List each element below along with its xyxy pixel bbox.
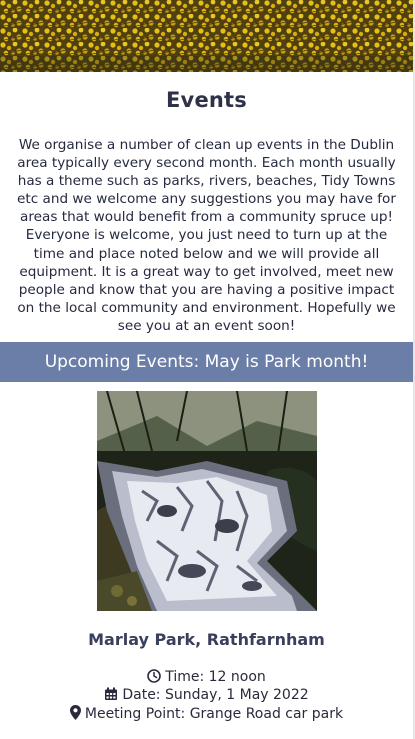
event-date: Date: Sunday, 1 May 2022 <box>122 687 309 703</box>
upcoming-events-banner: Upcoming Events: May is Park month! <box>0 342 413 382</box>
hero-banner-image <box>0 0 413 72</box>
event-date-row: Date: Sunday, 1 May 2022 <box>0 686 413 706</box>
gorse-flowers-image <box>0 0 413 72</box>
event-time: Time: 12 noon <box>165 669 266 685</box>
event-time-row: Time: 12 noon <box>0 668 413 688</box>
map-marker-icon <box>69 705 81 725</box>
event-meeting-point-row: Meeting Point: Grange Road car park <box>0 705 413 725</box>
event-meeting-point: Meeting Point: Grange Road car park <box>84 706 344 722</box>
calendar-icon <box>104 687 118 706</box>
events-intro-text: We organise a number of clean up events … <box>17 137 396 334</box>
events-page: Events We organise a number of clean up … <box>0 0 415 739</box>
event-location-title: Marlay Park, Rathfarnham <box>88 630 325 649</box>
waterfall-photo <box>97 391 317 611</box>
page-title: Events <box>166 88 247 112</box>
